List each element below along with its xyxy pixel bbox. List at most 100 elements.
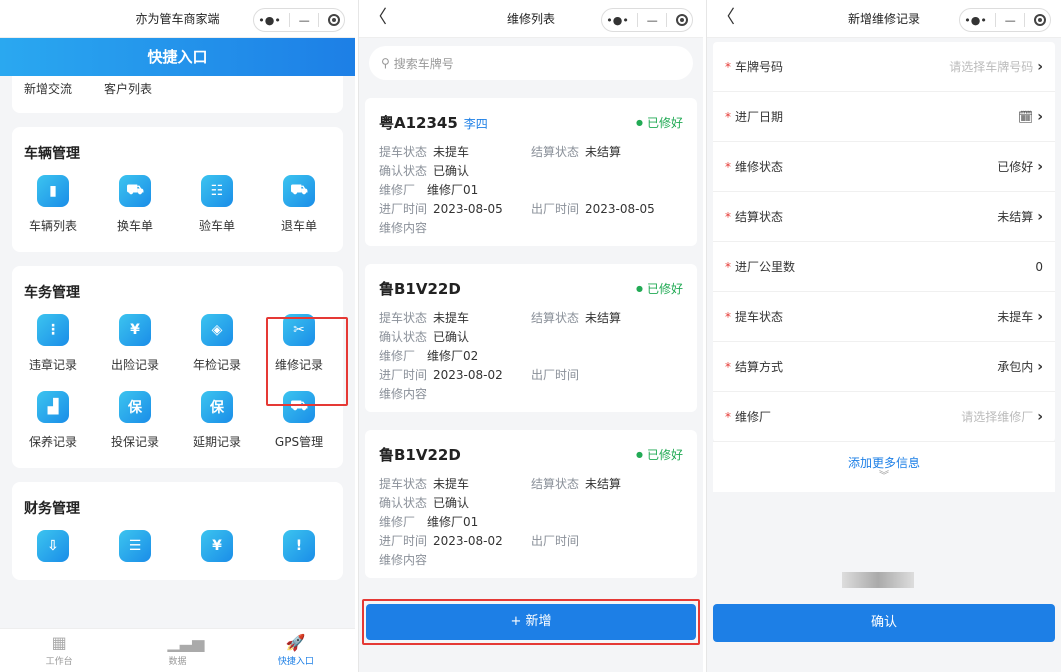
- close-target-icon[interactable]: [327, 14, 340, 26]
- field-key: 确认状态: [379, 330, 428, 344]
- grid-item[interactable]: ☷ 验车单: [176, 169, 258, 234]
- search-input[interactable]: ⚲ 搜索车牌号: [369, 46, 693, 80]
- form-row[interactable]: * 维修厂 请选择维修厂 ›: [713, 392, 1055, 442]
- close-target-icon[interactable]: [675, 14, 688, 26]
- status-badge: 已修好: [636, 446, 683, 463]
- field-key: 维修内容: [379, 387, 428, 401]
- more-icon[interactable]: •●•: [606, 14, 629, 27]
- quick-entry-panel: 亦为管车商家端 •●• — 快捷入口 新增交流 客户列表 车辆管理 ▮ 车辆列表 ⛟ 换…: [0, 0, 355, 672]
- field-key: 出厂时间: [531, 534, 580, 548]
- add-more-info-link[interactable]: 添加更多信息 ︾: [713, 442, 1055, 492]
- form-value[interactable]: 0: [1035, 260, 1043, 274]
- plate-number: 鲁B1V22D: [379, 280, 461, 298]
- claim-icon: ¥: [119, 314, 151, 346]
- grid-item[interactable]: ⋮ 违章记录: [12, 308, 94, 373]
- grid-item[interactable]: 保投保记录: [94, 385, 176, 450]
- grid-item[interactable]: ⛟ 退车单: [258, 169, 340, 234]
- form-row[interactable]: * 提车状态 未提车 ›: [713, 292, 1055, 342]
- field-key: 结算状态: [531, 477, 580, 491]
- more-icon[interactable]: •●•: [964, 14, 987, 27]
- more-icon[interactable]: •●•: [258, 14, 281, 27]
- grid-item[interactable]: ▮ 车辆列表: [12, 169, 94, 234]
- add-button-highlight: [362, 599, 700, 645]
- plate-number: 鲁B1V22D: [379, 446, 461, 464]
- section-card: 财务管理 ⇩ ☰ ¥!: [12, 482, 343, 580]
- grid-item[interactable]: 保延期记录: [176, 385, 258, 450]
- form-row[interactable]: * 进厂日期 🗓 ›: [713, 92, 1055, 142]
- status-badge: 已修好: [636, 280, 683, 297]
- form-value[interactable]: 承包内 ›: [997, 358, 1043, 375]
- add-more-info-label: 添加更多信息: [847, 456, 920, 470]
- car-list-icon: ▮: [37, 175, 69, 207]
- form-row[interactable]: * 车牌号码 请选择车牌号码 ›: [713, 42, 1055, 92]
- chevron-right-icon: ›: [1037, 408, 1043, 425]
- section-title: 财务管理: [24, 501, 80, 517]
- field-value: 未结算: [585, 311, 622, 325]
- repair-record-card[interactable]: 粤A12345 李四 已修好提车状态未提车 结算状态未结算确认状态已确认维修厂维修厂0…: [365, 98, 697, 246]
- repair-record-card[interactable]: 鲁B1V22D 已修好提车状态未提车 结算状态未结算确认状态已确认维修厂维修厂02 进…: [365, 264, 697, 412]
- form-label: * 进厂日期: [725, 110, 784, 124]
- grid-item[interactable]: ▟ 保养记录: [12, 385, 94, 450]
- form-value[interactable]: 请选择维修厂 ›: [961, 408, 1043, 425]
- form-value[interactable]: 请选择车牌号码 ›: [949, 58, 1043, 75]
- field-key: 维修内容: [379, 553, 428, 567]
- grid-item-label: 退车单: [280, 219, 317, 233]
- field-value: 已确认: [433, 496, 470, 510]
- form-row[interactable]: * 进厂公里数 0: [713, 242, 1055, 292]
- form-label: * 进厂公里数: [725, 260, 796, 274]
- field-key: 结算状态: [531, 311, 580, 325]
- minimize-icon[interactable]: —: [299, 14, 310, 27]
- field-key: 维修厂: [379, 515, 416, 529]
- search-placeholder: 搜索车牌号: [393, 56, 454, 71]
- double-chevron-down-icon: ︾: [879, 471, 889, 482]
- chevron-right-icon: ›: [1037, 158, 1043, 175]
- mini-program-capsule[interactable]: •●• —: [959, 8, 1051, 32]
- field-key: 结算状态: [531, 145, 580, 159]
- top-bar: 〈 新增维修记录 •●• —: [707, 0, 1061, 38]
- field-key: 提车状态: [379, 477, 428, 491]
- form-value[interactable]: 未提车 ›: [997, 308, 1043, 325]
- mini-program-capsule[interactable]: •●• —: [253, 8, 345, 32]
- grid-item[interactable]: ¥: [176, 524, 258, 562]
- shield-icon: ◈: [201, 314, 233, 346]
- tab-item[interactable]: ▦ 工作台: [0, 629, 118, 672]
- tab-label: 工作台: [45, 657, 73, 667]
- field-value: 维修厂02: [427, 349, 479, 363]
- grid-item-label: 延期记录: [192, 435, 241, 449]
- form-value[interactable]: 未结算 ›: [997, 208, 1043, 225]
- top-bar: 〈 维修列表 •●• —: [359, 0, 703, 38]
- grid-item[interactable]: !: [258, 524, 340, 562]
- form-label: * 维修状态: [725, 160, 784, 174]
- alert-icon: !: [283, 530, 315, 562]
- form-row[interactable]: * 结算方式 承包内 ›: [713, 342, 1055, 392]
- form-value[interactable]: 已修好 ›: [997, 158, 1043, 175]
- traffic-light-icon: ⋮: [37, 314, 69, 346]
- grid-item[interactable]: ◈ 年检记录: [176, 308, 258, 373]
- field-key: 确认状态: [379, 496, 428, 510]
- form-value[interactable]: 🗓 ›: [1018, 109, 1043, 125]
- form-label: * 结算状态: [725, 210, 784, 224]
- grid-item[interactable]: ⛟ 换车单: [94, 169, 176, 234]
- field-key: 维修厂: [379, 349, 416, 363]
- minimize-icon[interactable]: —: [647, 14, 658, 27]
- chevron-right-icon: ›: [1037, 308, 1043, 325]
- mini-program-capsule[interactable]: •●• —: [601, 8, 693, 32]
- insure-icon: 保: [119, 391, 151, 423]
- grid-item[interactable]: ⇩: [12, 524, 94, 562]
- minimize-icon[interactable]: —: [1005, 14, 1016, 27]
- customer-list-link[interactable]: 客户列表: [104, 80, 184, 97]
- confirm-button[interactable]: 确认: [713, 604, 1055, 642]
- grid-item[interactable]: ¥ 出险记录: [94, 308, 176, 373]
- grid-item[interactable]: ☰: [94, 524, 176, 562]
- close-target-icon[interactable]: [1033, 14, 1046, 26]
- form-label: * 提车状态: [725, 310, 784, 324]
- tab-label: 快捷入口: [277, 657, 314, 667]
- owner-name: 李四: [463, 117, 488, 131]
- tab-item[interactable]: ▁▃▅ 数据: [118, 629, 236, 672]
- form-row[interactable]: * 结算状态 未结算 ›: [713, 192, 1055, 242]
- form-row[interactable]: * 维修状态 已修好 ›: [713, 142, 1055, 192]
- repair-record-card[interactable]: 鲁B1V22D 已修好提车状态未提车 结算状态未结算确认状态已确认维修厂维修厂01 进…: [365, 430, 697, 578]
- grid-item-label: 保养记录: [28, 435, 77, 449]
- tab-item[interactable]: 🚀 快捷入口: [237, 629, 355, 672]
- add-exchange-link[interactable]: 新增交流: [24, 80, 104, 97]
